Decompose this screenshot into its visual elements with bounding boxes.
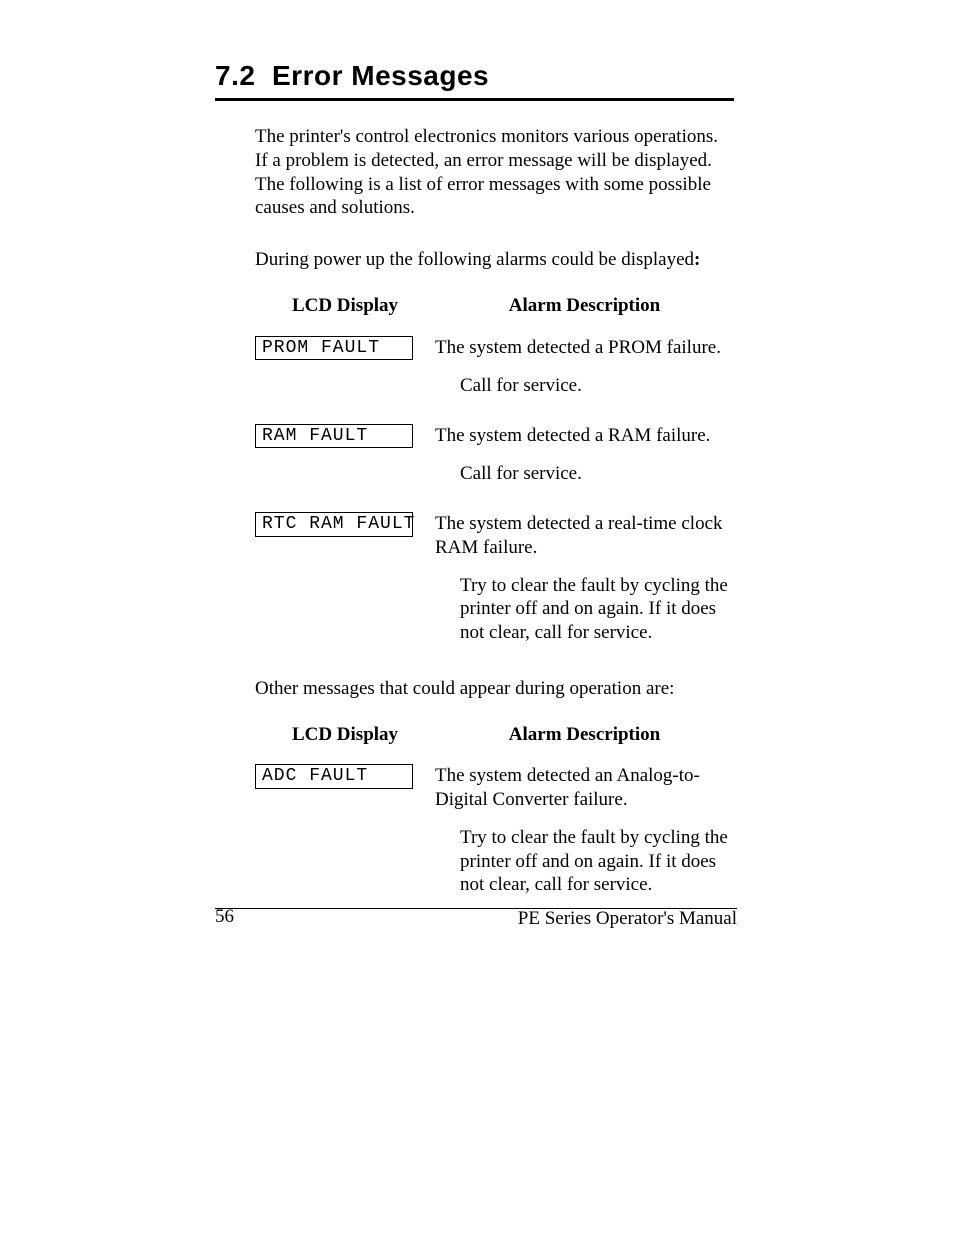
operation-table: LCD Display Alarm Description ADC FAULT … <box>255 723 734 898</box>
lcd-cell-empty <box>255 374 435 398</box>
powerup-table: LCD Display Alarm Description PROM FAULT… <box>255 294 734 645</box>
alarm-resolution: Try to clear the fault by cycling the pr… <box>460 574 734 645</box>
section-title-rule <box>215 98 734 101</box>
lcd-cell: RTC RAM FAULT <box>255 512 435 537</box>
header-alarm-description: Alarm Description <box>435 294 734 318</box>
lcd-cell-empty <box>255 462 435 486</box>
section-heading: 7.2 Error Messages <box>215 60 734 92</box>
table-row: RAM FAULT The system detected a RAM fail… <box>255 424 734 449</box>
powerup-intro-text: During power up the following alarms cou… <box>255 249 694 270</box>
header-lcd-display: LCD Display <box>255 294 435 318</box>
lcd-display-box: RAM FAULT <box>255 424 413 449</box>
lcd-cell: RAM FAULT <box>255 424 435 449</box>
table-row: RTC RAM FAULT The system detected a real… <box>255 512 734 560</box>
table-header-row: LCD Display Alarm Description <box>255 723 734 747</box>
manual-name: PE Series Operator's Manual <box>403 908 737 930</box>
section-title-text: Error Messages <box>272 60 489 91</box>
page-number: 56 <box>215 906 234 928</box>
lcd-cell: ADC FAULT <box>255 764 435 789</box>
section-number: 7.2 <box>215 60 255 91</box>
table-row-sub: Try to clear the fault by cycling the pr… <box>255 826 734 897</box>
lcd-cell-empty <box>255 574 435 645</box>
table-row-sub: Try to clear the fault by cycling the pr… <box>255 574 734 645</box>
table-row-sub: Call for service. <box>255 374 734 398</box>
alarm-description: The system detected a RAM failure. <box>435 424 734 448</box>
header-lcd-display: LCD Display <box>255 723 435 747</box>
alarm-description: The system detected an Analog-to-Digital… <box>435 764 734 812</box>
table-row-sub: Call for service. <box>255 462 734 486</box>
page: 7.2 Error Messages The printer's control… <box>0 0 954 1235</box>
lcd-cell: PROM FAULT <box>255 336 435 361</box>
alarm-resolution: Call for service. <box>460 374 734 398</box>
body-block: The printer's control electronics monito… <box>255 125 734 897</box>
lcd-display-box: PROM FAULT <box>255 336 413 361</box>
alarm-description: The system detected a real-time clock RA… <box>435 512 734 560</box>
alarm-resolution: Try to clear the fault by cycling the pr… <box>460 826 734 897</box>
intro-paragraph: The printer's control electronics monito… <box>255 125 734 220</box>
lcd-display-box: ADC FAULT <box>255 764 413 789</box>
alarm-resolution: Call for service. <box>460 462 734 486</box>
table-row: ADC FAULT The system detected an Analog-… <box>255 764 734 812</box>
alarm-description: The system detected a PROM failure. <box>435 336 734 360</box>
lcd-cell-empty <box>255 826 435 897</box>
header-alarm-description: Alarm Description <box>435 723 734 747</box>
table-header-row: LCD Display Alarm Description <box>255 294 734 318</box>
powerup-intro: During power up the following alarms cou… <box>255 248 734 272</box>
lcd-display-box: RTC RAM FAULT <box>255 512 413 537</box>
operation-intro: Other messages that could appear during … <box>255 677 734 701</box>
table-row: PROM FAULT The system detected a PROM fa… <box>255 336 734 361</box>
